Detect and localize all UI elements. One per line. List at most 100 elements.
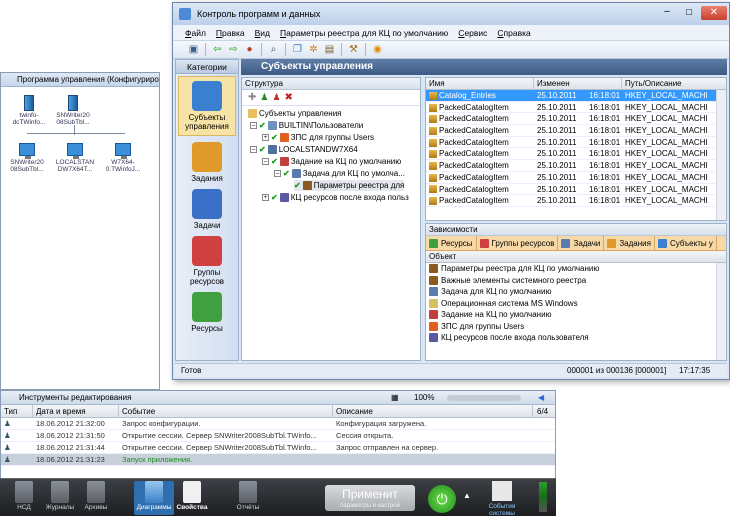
minimize-button[interactable]: –	[657, 6, 677, 20]
menu-service[interactable]: Сервис	[458, 25, 487, 40]
add-icon[interactable]: ✚	[248, 92, 256, 103]
dependency-row[interactable]: КЦ ресурсов после входа пользователя	[426, 332, 726, 344]
category-resource-groups[interactable]: Группы ресурсов	[176, 236, 238, 286]
tab-resources[interactable]: Ресурсы	[426, 236, 477, 250]
dependency-scrollbar[interactable]	[716, 263, 726, 360]
dependency-row[interactable]: Задание на КЦ по умолчанию	[426, 309, 726, 321]
log-row[interactable]: ♟ 18.06.2012 21:31:50 Открытие сессии. Сер…	[1, 430, 555, 442]
log-row[interactable]: ♟ 18.06.2012 21:31:44 Открытие сессии. Сер…	[1, 442, 555, 454]
collapse-icon[interactable]: –	[262, 158, 269, 166]
power-icon[interactable]: ⏻	[428, 485, 456, 513]
grid-scrollbar[interactable]	[716, 90, 726, 220]
node-snwriter-a[interactable]: SNWriter20 08SubTbl...	[51, 95, 95, 126]
dependency-row[interactable]: Важные элементы системного реестра	[426, 275, 726, 287]
menu-edit[interactable]: Правка	[216, 25, 245, 40]
save-icon[interactable]: ▣	[187, 43, 200, 56]
settings-icon[interactable]: ✲	[307, 43, 320, 56]
taskbar-properties[interactable]: Свойства	[172, 481, 212, 511]
collapse-icon[interactable]: –	[250, 122, 257, 130]
server-icon	[68, 95, 78, 111]
taskbar-archives[interactable]: Архивы	[76, 481, 116, 511]
expand-up-icon[interactable]: ▲	[463, 491, 471, 500]
help-icon[interactable]: ◉	[371, 43, 384, 56]
node-localstan[interactable]: LOCALSTAN DW7X64T...	[53, 143, 97, 173]
dependency-row[interactable]: ЗПС для группы Users	[426, 321, 726, 333]
registry-icon	[429, 115, 437, 124]
node-twinfo[interactable]: twinfo- dcTWinfo...	[9, 95, 49, 126]
grid-row[interactable]: PackedCatalogItem 25.10.2011 16:18:01 HKEY_…	[426, 195, 726, 207]
menu-help[interactable]: Справка	[497, 25, 530, 40]
category-jobs[interactable]: Задания	[176, 142, 238, 183]
menu-registry-params[interactable]: Параметры реестра для КЦ по умолчанию	[280, 25, 448, 40]
forward-icon[interactable]: ⇨	[227, 43, 240, 56]
grid-row[interactable]: PackedCatalogItem 25.10.2011 16:18:01 HKEY_…	[426, 113, 726, 126]
dependency-row[interactable]: Параметры реестра для КЦ по умолчанию	[426, 263, 726, 275]
menu-view[interactable]: Вид	[255, 25, 270, 40]
app-icon	[179, 8, 191, 20]
copy-icon[interactable]: ❐	[291, 43, 304, 56]
tree-node-job[interactable]: – ✔ Задание на КЦ по умолчанию	[262, 156, 401, 167]
delete-icon[interactable]: ✖	[285, 92, 293, 103]
tree-node-builtin[interactable]: – ✔ BUILTIN\Пользователи	[250, 120, 363, 131]
tab-tasks[interactable]: Задачи	[558, 236, 605, 250]
grid-row-selected[interactable]: Catalog_Entries 25.10.2011 16:18:01 HKEY_LO…	[426, 90, 726, 102]
dependency-row[interactable]: Задача для КЦ по умолчанию	[426, 286, 726, 298]
tree-node-root[interactable]: Субъекты управления	[246, 108, 342, 119]
toolbar-separator	[285, 43, 286, 56]
tree-node-registry[interactable]: ✔ Параметры реестра для	[294, 180, 405, 191]
zoom-icon[interactable]: ▦	[391, 391, 399, 405]
category-resources[interactable]: Ресурсы	[176, 292, 238, 333]
log-row[interactable]: ♟ 18.06.2012 21:32:00 Запрос конфигурации.…	[1, 418, 555, 430]
tree-node-task[interactable]: – ✔ Задача для КЦ по умолча...	[274, 168, 405, 179]
menu-file[interactable]: Файл	[185, 25, 206, 40]
stop-icon[interactable]: ●	[243, 43, 256, 56]
list-icon[interactable]: ▤	[323, 43, 336, 56]
zoom-slider[interactable]	[447, 395, 521, 401]
archive-icon	[87, 481, 105, 503]
grid-row[interactable]: PackedCatalogItem 25.10.2011 16:18:01 HKEY_…	[426, 102, 726, 114]
grid-row[interactable]: PackedCatalogItem 25.10.2011 16:18:01 HKEY_…	[426, 184, 726, 196]
tree-node-localstan[interactable]: – ✔ LOCALSTANDW7X64	[250, 144, 358, 155]
tab-subjects[interactable]: Субъекты у	[655, 236, 717, 250]
taskbar-nsd[interactable]: НСД	[4, 481, 44, 511]
tab-jobs[interactable]: Задания	[604, 236, 655, 250]
remove-subject-icon[interactable]: ♟	[272, 92, 280, 103]
taskbar-diagrams[interactable]: Диаграммы	[134, 481, 174, 515]
apply-button[interactable]: Применит параметры и настрой	[325, 485, 415, 511]
grid-row[interactable]: PackedCatalogItem 25.10.2011 16:18:01 HKEY_…	[426, 148, 726, 161]
category-tasks[interactable]: Задачи	[176, 189, 238, 230]
node-w7x64[interactable]: W7X64- 0.TWinfoJ...	[101, 143, 145, 173]
log-row-selected[interactable]: ♟ 18.06.2012 21:31:23 Запуск приложения.	[1, 454, 555, 466]
check-icon: ✔	[294, 181, 301, 190]
log-panel-title: Инструменты редактирования	[19, 393, 132, 402]
grid-row[interactable]: PackedCatalogItem 25.10.2011 16:18:01 HKEY_…	[426, 160, 726, 172]
settings-icon	[279, 133, 289, 143]
tree-node-zps[interactable]: + ✔ ЗПС для группы Users	[262, 132, 374, 143]
category-subjects[interactable]: Субъекты управления	[178, 76, 236, 136]
grid-row[interactable]: PackedCatalogItem 25.10.2011 16:18:01 HKEY_…	[426, 125, 726, 137]
maximize-button[interactable]: □	[679, 6, 699, 20]
dependency-row[interactable]: Операционная система MS Windows	[426, 298, 726, 310]
expand-icon[interactable]: +	[262, 194, 269, 202]
tree-connector	[74, 125, 75, 135]
add-subject-icon[interactable]: ♟	[260, 92, 268, 103]
taskbar-reports[interactable]: Отчёты	[228, 481, 268, 511]
log-panel-header: Инструменты редактирования ▦ 100% ◀	[1, 391, 555, 405]
close-button[interactable]: ✕	[701, 6, 727, 20]
collapse-icon[interactable]: –	[250, 146, 257, 154]
expand-icon[interactable]: +	[262, 134, 269, 142]
menu-bar: Файл Правка Вид Параметры реестра для КЦ…	[173, 25, 729, 41]
system-events-button[interactable]: События системы	[475, 481, 529, 517]
collapse-icon[interactable]: –	[274, 170, 281, 178]
structure-panel: Структура ✚ ♟ ♟ ✖ Субъекты управления – ✔…	[241, 77, 421, 361]
back-icon[interactable]: ⇦	[211, 43, 224, 56]
collapse-icon[interactable]: ◀	[538, 391, 544, 405]
search-icon[interactable]: ⌕	[267, 43, 280, 56]
grid-row[interactable]: PackedCatalogItem 25.10.2011 16:18:01 HKEY_…	[426, 172, 726, 184]
taskbar-journals[interactable]: Журналы	[40, 481, 80, 511]
node-snwriter-b[interactable]: SNWriter20 08SubTbl...	[5, 143, 49, 173]
tree-node-kc[interactable]: + ✔ КЦ ресурсов после входа польз	[262, 192, 409, 203]
grid-row[interactable]: PackedCatalogItem 25.10.2011 16:18:01 HKEY_…	[426, 137, 726, 149]
tab-resource-groups[interactable]: Группы ресурсов	[477, 236, 559, 250]
tools-icon[interactable]: ⚒	[347, 43, 360, 56]
